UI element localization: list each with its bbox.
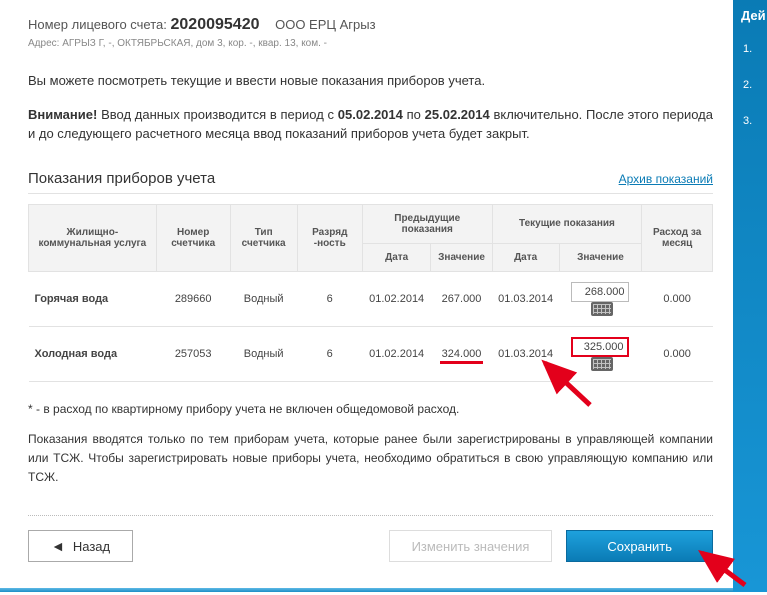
meters-table: Жилищно-коммунальная услуга Номер счетчи…: [28, 204, 713, 382]
account-number: 2020095420: [171, 16, 260, 33]
th-service: Жилищно-коммунальная услуга: [29, 204, 157, 271]
account-header: Номер лицевого счета: 2020095420 ООО ЕРЦ…: [28, 16, 713, 34]
cell-service: Горячая вода: [29, 271, 157, 326]
table-row: Горячая вода289660Водный601.02.2014267.0…: [29, 271, 713, 326]
table-row: Холодная вода257053Водный601.02.2014324.…: [29, 326, 713, 381]
cell-curr-date: 01.03.2014: [492, 326, 559, 381]
th-prev-date: Дата: [362, 243, 431, 271]
value-input[interactable]: [571, 282, 629, 302]
th-meter-type: Тип счетчика: [230, 204, 297, 271]
cell-meter-no: 289660: [156, 271, 230, 326]
save-button-label: Сохранить: [607, 539, 672, 554]
cell-curr-value: [559, 326, 642, 381]
sidebar-step-3[interactable]: 3.: [733, 103, 767, 139]
cell-meter-type: Водный: [230, 271, 297, 326]
main-content: Номер лицевого счета: 2020095420 ООО ЕРЦ…: [0, 0, 733, 582]
th-curr-group: Текущие показания: [492, 204, 642, 243]
warning-date-to: 25.02.2014: [425, 107, 490, 122]
th-usage: Расход за месяц: [642, 204, 713, 271]
cell-meter-type: Водный: [230, 326, 297, 381]
th-prev-value: Значение: [431, 243, 492, 271]
cell-digits: 6: [297, 271, 362, 326]
warning-block: Внимание! Ввод данных производится в пер…: [28, 105, 713, 144]
cell-usage: 0.000: [642, 271, 713, 326]
cell-meter-no: 257053: [156, 326, 230, 381]
right-sidebar: Дей 1. 2. 3.: [733, 0, 767, 592]
info-text: Показания вводятся только по тем прибора…: [28, 430, 713, 488]
cell-digits: 6: [297, 326, 362, 381]
archive-link[interactable]: Архив показаний: [619, 172, 713, 186]
cell-prev-value: 324.000: [431, 326, 492, 381]
sidebar-step-2[interactable]: 2.: [733, 67, 767, 103]
separator: [28, 515, 713, 516]
back-arrow-icon: ◄: [51, 538, 65, 554]
address-value: АГРЫЗ Г, -, ОКТЯБРЬСКАЯ, дом 3, кор. -, …: [62, 38, 327, 49]
th-curr-date: Дата: [492, 243, 559, 271]
section-title: Показания приборов учета: [28, 170, 215, 187]
cell-prev-date: 01.02.2014: [362, 271, 431, 326]
cell-service: Холодная вода: [29, 326, 157, 381]
th-prev-group: Предыдущие показания: [362, 204, 492, 243]
intro-text: Вы можете посмотреть текущие и ввести но…: [28, 71, 713, 91]
cell-prev-value: 267.000: [431, 271, 492, 326]
account-org: ООО ЕРЦ Агрыз: [275, 17, 375, 32]
edit-button: Изменить значения: [389, 530, 553, 562]
back-button[interactable]: ◄ Назад: [28, 530, 133, 562]
cell-usage: 0.000: [642, 326, 713, 381]
sidebar-title: Дей: [733, 8, 767, 31]
warning-date-from: 05.02.2014: [338, 107, 403, 122]
edit-button-label: Изменить значения: [412, 539, 530, 554]
th-digits: Разряд -ность: [297, 204, 362, 271]
sidebar-step-1[interactable]: 1.: [733, 31, 767, 67]
cell-curr-value: [559, 271, 642, 326]
address-line: Адрес: АГРЫЗ Г, -, ОКТЯБРЬСКАЯ, дом 3, к…: [28, 38, 713, 49]
keyboard-icon[interactable]: [591, 302, 613, 316]
account-label: Номер лицевого счета:: [28, 17, 167, 32]
cell-prev-date: 01.02.2014: [362, 326, 431, 381]
th-meter-no: Номер счетчика: [156, 204, 230, 271]
save-button[interactable]: Сохранить: [566, 530, 713, 562]
address-label: Адрес:: [28, 38, 59, 49]
value-input[interactable]: [571, 337, 629, 357]
th-curr-value: Значение: [559, 243, 642, 271]
keyboard-icon[interactable]: [591, 357, 613, 371]
warning-label: Внимание!: [28, 107, 97, 122]
button-row: ◄ Назад Изменить значения Сохранить: [28, 530, 713, 562]
footnote: * - в расход по квартирному прибору учет…: [28, 402, 713, 416]
cell-curr-date: 01.03.2014: [492, 271, 559, 326]
bottom-border: [0, 588, 733, 592]
back-button-label: Назад: [73, 539, 110, 554]
meters-section-header: Показания приборов учета Архив показаний: [28, 170, 713, 194]
